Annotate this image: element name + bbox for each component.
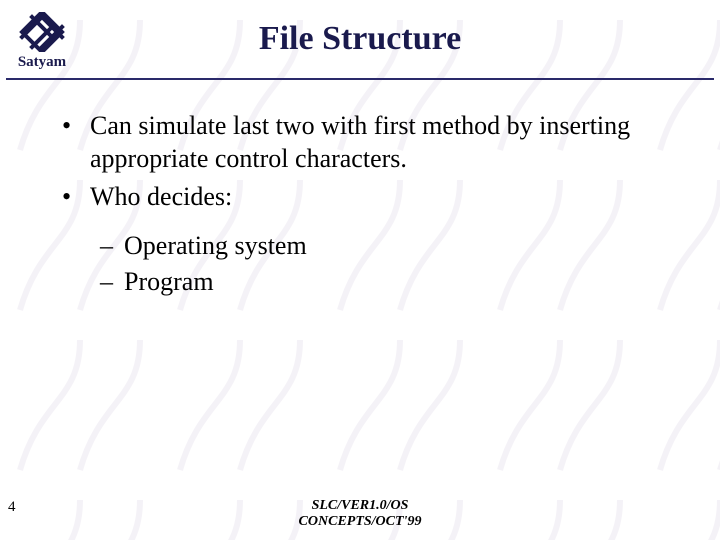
header: Satyam File Structure [0,0,720,78]
content-area: Can simulate last two with first method … [0,80,720,299]
footer-text: SLC/VER1.0/OS CONCEPTS/OCT'99 [0,498,720,530]
sub-list: Operating system Program [56,230,680,299]
footer-line-1: SLC/VER1.0/OS [312,498,409,513]
slide-title: File Structure [84,20,720,58]
sub-item: Program [100,266,680,299]
logo-icon [17,12,67,52]
sub-item: Operating system [100,230,680,263]
bullet-list: Can simulate last two with first method … [56,110,680,214]
logo-text: Satyam [0,54,84,71]
bullet-item: Can simulate last two with first method … [56,110,680,175]
footer: 4 SLC/VER1.0/OS CONCEPTS/OCT'99 [0,486,720,534]
logo: Satyam [0,8,84,71]
bullet-item: Who decides: [56,181,680,214]
footer-line-2: CONCEPTS/OCT'99 [299,514,422,529]
slide: Satyam File Structure Can simulate last … [0,0,720,540]
